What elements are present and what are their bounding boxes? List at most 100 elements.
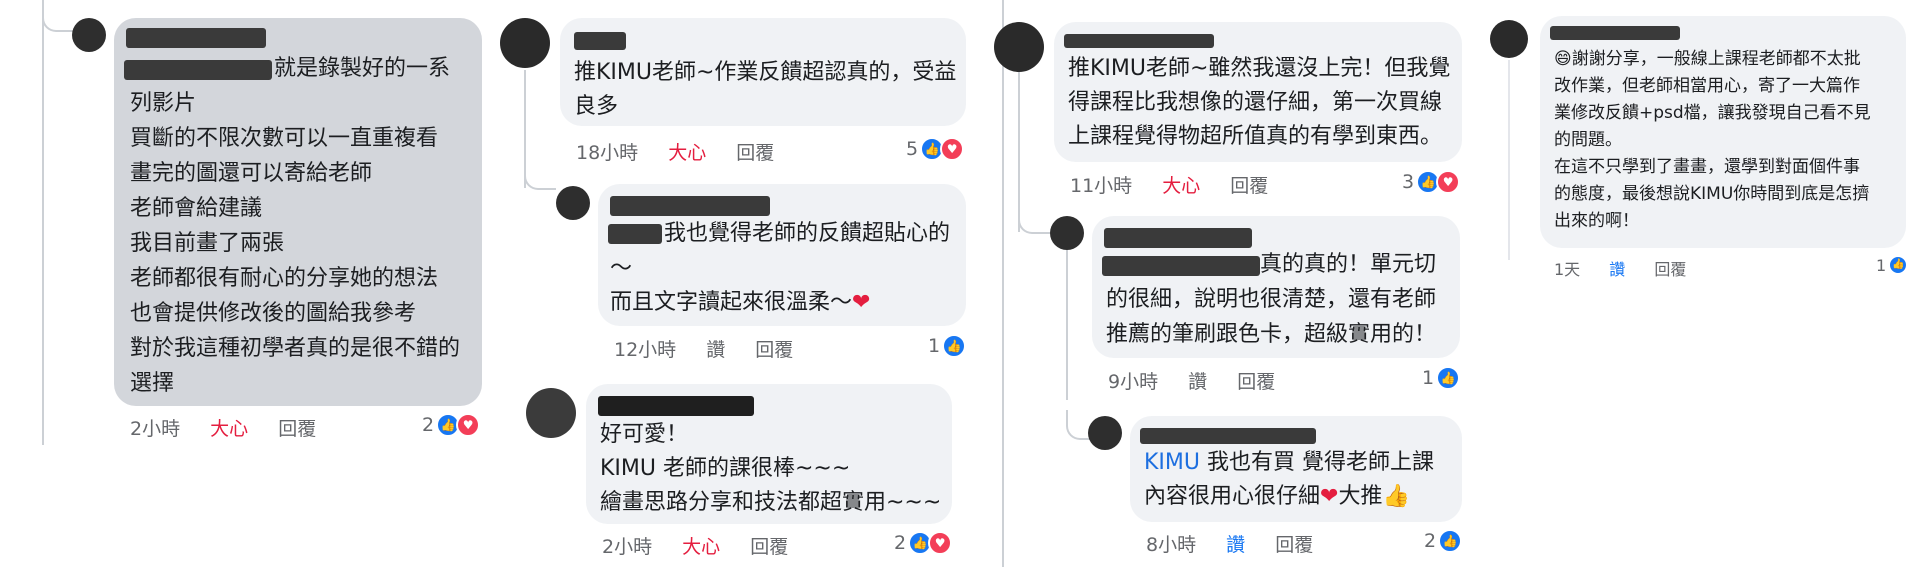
redacted-tag [124, 60, 272, 80]
heart-icon: ♥ [928, 531, 953, 555]
timestamp[interactable]: 2小時 [130, 418, 180, 440]
comment-meta: 8小時 讚 回覆 [1146, 530, 1337, 557]
comment-text: 的態度，最後想說KIMU你時間到底是怎擠 [1554, 184, 1870, 204]
reply-button[interactable]: 回覆 [750, 536, 788, 558]
thread-branch [524, 150, 556, 190]
avatar[interactable] [1050, 216, 1084, 250]
reaction-count[interactable]: 2 👍 ♥ [422, 413, 481, 437]
thumbs-up-icon: 👍 [1888, 255, 1909, 275]
comment-text: 得課程比我想像的還仔細，第一次買線 [1068, 90, 1443, 115]
reaction-count[interactable]: 1 👍 [928, 334, 967, 358]
comment-text: 推KIMU老師~雖然我還沒上完！但我覺 [1068, 56, 1451, 81]
thumbs-up-icon: 👍 [1436, 366, 1461, 390]
reaction-count[interactable]: 5 👍 ♥ [906, 137, 965, 161]
timestamp[interactable]: 18小時 [576, 142, 638, 164]
comment-text: 我目前畫了兩張 [130, 231, 285, 256]
avatar[interactable] [556, 186, 590, 220]
redacted-name [1140, 428, 1316, 444]
avatar[interactable] [526, 388, 576, 438]
reply-button[interactable]: 回覆 [278, 418, 316, 440]
comment-text: 😄謝謝分享，一般線上課程老師都不太批 [1554, 49, 1861, 69]
avatar[interactable] [72, 18, 106, 52]
grinning-face-emoji: 😄 [1554, 49, 1572, 69]
reaction-button[interactable]: 大心 [210, 418, 248, 440]
heart-icon: ♥ [456, 413, 481, 437]
reply-button[interactable]: 回覆 [1275, 534, 1313, 556]
comment-bubble: 就是錄製好的一系 列影片 買斷的不限次數可以一直重複看 畫完的圖還可以寄給老師 … [114, 18, 482, 406]
heart-icon: ♥ [1436, 170, 1461, 194]
thread-line [1508, 60, 1510, 260]
comment-text: 的很細，說明也很清楚，還有老師 [1106, 287, 1437, 312]
comment-text: 改作業，但老師相當用心，寄了一大篇作 [1554, 76, 1860, 96]
reaction-button[interactable]: 大心 [1162, 175, 1200, 197]
comment-text: 良多 [574, 94, 619, 119]
redacted-tag [608, 224, 662, 244]
redacted-name [126, 28, 266, 48]
avatar[interactable] [1088, 416, 1122, 450]
reaction-count[interactable]: 3 👍 ♥ [1402, 170, 1461, 194]
comment-text: 畫完的圖還可以寄給老師 [130, 161, 373, 186]
comment-bubble: 好可愛！ KIMU 老師的課很棒~~~ 繪畫思路分享和技法都超實用~~~ [586, 384, 952, 524]
reply-button[interactable]: 回覆 [736, 142, 774, 164]
redacted-name [1104, 228, 1252, 248]
comment-meta: 2小時 大心 回覆 [602, 532, 812, 559]
comment-bubble: 推KIMU老師~作業反饋超認真的，受益 良多 [560, 18, 966, 126]
timestamp[interactable]: 12小時 [614, 339, 676, 361]
reaction-count[interactable]: 2 👍 [1424, 529, 1463, 553]
like-button[interactable]: 讚 [706, 339, 725, 361]
timestamp[interactable]: 2小時 [602, 536, 652, 558]
comment-bubble: 推KIMU老師~雖然我還沒上完！但我覺 得課程比我想像的還仔細，第一次買線 上課… [1054, 22, 1462, 162]
thread-line [42, 0, 44, 445]
timestamp[interactable]: 1天 [1554, 260, 1580, 279]
thread-line [1066, 250, 1068, 400]
comment-text: 好可愛！ [600, 422, 689, 447]
timestamp[interactable]: 11小時 [1070, 175, 1132, 197]
reaction-button[interactable]: 大心 [668, 142, 706, 164]
comment-text: 在這不只學到了畫畫，還學到對面個件事 [1554, 157, 1860, 177]
redacted-name [574, 32, 626, 50]
reply-button[interactable]: 回覆 [1654, 260, 1686, 279]
comment-text: KIMU 老師的課很棒~~~ [600, 456, 851, 481]
comment-text: 老師都很有耐心的分享她的想法 [130, 266, 439, 291]
reaction-button[interactable]: 大心 [682, 536, 720, 558]
comment-meta: 2小時 大心 回覆 [130, 414, 340, 441]
avatar[interactable] [1490, 20, 1528, 58]
redacted-name [598, 396, 754, 416]
comment-text: 我也覺得老師的反饋超貼心的 [664, 221, 951, 246]
heart-icon: ♥ [940, 137, 965, 161]
like-button-active[interactable]: 讚 [1609, 260, 1625, 279]
avatar[interactable] [994, 22, 1044, 72]
timestamp[interactable]: 9小時 [1108, 371, 1158, 393]
reply-button[interactable]: 回覆 [1237, 371, 1275, 393]
comment-text: 內容很用心很仔細❤大推👍 [1144, 484, 1410, 509]
comment-text: ～ [610, 256, 633, 281]
comment-meta: 1天 讚 回覆 [1554, 256, 1710, 280]
comment-text: 推薦的筆刷跟色卡，超級實用的！ [1106, 322, 1437, 347]
reaction-count[interactable]: 1 👍 [1422, 366, 1461, 390]
reaction-count[interactable]: 1 👍 [1876, 255, 1909, 275]
reply-button[interactable]: 回覆 [1230, 175, 1268, 197]
comment-text: 老師會給建議 [130, 196, 263, 221]
mention-link[interactable]: KIMU [1144, 450, 1200, 475]
comment-text: 繪畫思路分享和技法都超實用~~~ [600, 490, 942, 515]
like-button[interactable]: 讚 [1188, 371, 1207, 393]
thumbs-up-icon: 👍 [1438, 529, 1463, 553]
comment-text: 而且文字讀起來很溫柔～❤ [610, 290, 871, 315]
comment-meta: 9小時 讚 回覆 [1108, 367, 1299, 394]
comment-text: 就是錄製好的一系 [274, 56, 451, 81]
comment-text: 選擇 [130, 371, 175, 396]
reaction-count[interactable]: 2 👍 ♥ [894, 531, 953, 555]
comment-bubble: 真的真的！單元切 的很細，說明也很清楚，還有老師 推薦的筆刷跟色卡，超級實用的！ [1092, 216, 1460, 358]
comment-bubble: KIMU 我也有買 覺得老師上課 內容很用心很仔細❤大推👍 [1130, 416, 1462, 522]
thread-line [1002, 0, 1004, 567]
timestamp[interactable]: 8小時 [1146, 534, 1196, 556]
comment-bubble: 我也覺得老師的反饋超貼心的 ～ 而且文字讀起來很溫柔～❤ [598, 184, 966, 326]
like-button-active[interactable]: 讚 [1226, 534, 1245, 556]
comment-text: 對於我這種初學者真的是很不錯的 [130, 336, 461, 361]
thread-branch [1018, 190, 1050, 234]
thumbs-up-emoji: 👍 [1382, 484, 1410, 509]
redacted-name [1550, 26, 1680, 40]
reply-button[interactable]: 回覆 [755, 339, 793, 361]
avatar[interactable] [500, 18, 550, 68]
comment-text: KIMU 我也有買 覺得老師上課 [1144, 450, 1434, 475]
